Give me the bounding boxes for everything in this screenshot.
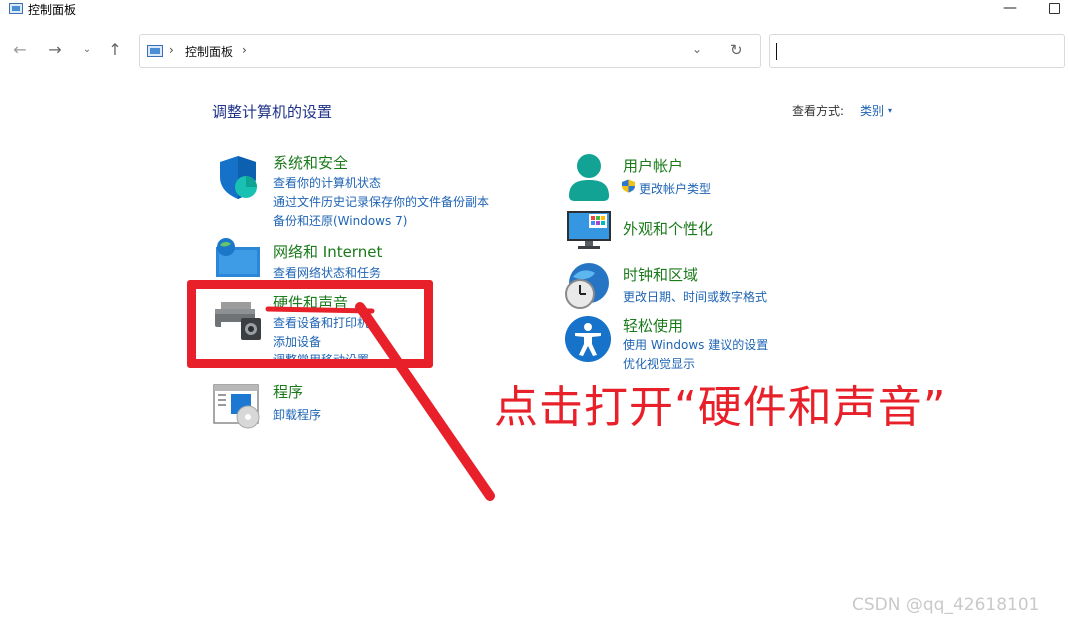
page-title: 调整计算机的设置 bbox=[212, 103, 333, 121]
link-change-date-time-format[interactable]: 更改日期、时间或数字格式 bbox=[623, 288, 767, 305]
globe-network-icon bbox=[216, 238, 260, 277]
up-button[interactable]: ↑ bbox=[104, 38, 126, 62]
breadcrumb-control-panel[interactable]: 控制面板 bbox=[185, 43, 233, 60]
accessibility-icon bbox=[565, 316, 611, 362]
link-uninstall-program[interactable]: 卸载程序 bbox=[273, 406, 321, 423]
category-clock-region[interactable]: 时钟和区域 bbox=[623, 264, 698, 285]
category-ease-of-access[interactable]: 轻松使用 bbox=[623, 315, 683, 336]
user-icon bbox=[569, 154, 609, 201]
minimize-button[interactable]: — bbox=[998, 0, 1022, 20]
title-bar: 控制面板 — bbox=[0, 0, 1068, 30]
link-backup-restore[interactable]: 备份和还原(Windows 7) bbox=[273, 212, 407, 229]
category-network-internet[interactable]: 网络和 Internet bbox=[273, 241, 382, 262]
window-title: 控制面板 bbox=[28, 3, 77, 17]
text-caret bbox=[776, 43, 777, 60]
recent-locations-button[interactable]: ⌄ bbox=[76, 38, 98, 62]
annotation-text: 点击打开“硬件和声音” bbox=[494, 382, 947, 433]
address-dropdown-button[interactable]: ⌄ bbox=[692, 42, 702, 56]
link-optimize-visual-display[interactable]: 优化视觉显示 bbox=[623, 355, 695, 372]
maximize-button[interactable] bbox=[1042, 0, 1066, 20]
uac-shield-icon bbox=[622, 179, 635, 193]
breadcrumb-separator[interactable]: › bbox=[242, 43, 247, 57]
monitor-icon bbox=[567, 211, 611, 249]
category-user-accounts[interactable]: 用户帐户 bbox=[623, 155, 683, 176]
breadcrumb-separator[interactable]: › bbox=[169, 43, 174, 57]
view-by-label: 查看方式: bbox=[792, 104, 845, 118]
search-input[interactable] bbox=[769, 34, 1065, 68]
annotation-arrow bbox=[265, 302, 495, 501]
maximize-icon bbox=[1048, 3, 1060, 14]
annotation-highlight-box bbox=[187, 280, 433, 368]
watermark: CSDN @qq_42618101 bbox=[852, 595, 1040, 615]
control-panel-icon bbox=[147, 45, 163, 57]
clock-globe-icon bbox=[565, 263, 609, 309]
link-file-history[interactable]: 通过文件历史记录保存你的文件备份副本 bbox=[273, 193, 489, 210]
category-appearance-personalization[interactable]: 外观和个性化 bbox=[623, 218, 713, 239]
chevron-down-icon: ▾ bbox=[888, 106, 893, 115]
view-by-dropdown[interactable]: 类别 ▾ bbox=[860, 102, 892, 119]
link-network-status[interactable]: 查看网络状态和任务 bbox=[273, 264, 381, 281]
refresh-button[interactable]: ↻ bbox=[730, 41, 743, 59]
link-change-account-type[interactable]: 更改帐户类型 bbox=[639, 180, 711, 197]
address-bar[interactable]: › 控制面板 › ⌄ ↻ bbox=[139, 34, 761, 68]
view-by-value: 类别 bbox=[860, 104, 885, 118]
forward-button[interactable]: → bbox=[44, 38, 66, 62]
category-system-security[interactable]: 系统和安全 bbox=[273, 152, 348, 173]
link-recommended-settings[interactable]: 使用 Windows 建议的设置 bbox=[623, 336, 768, 353]
back-button[interactable]: ← bbox=[9, 38, 31, 62]
link-view-computer-status[interactable]: 查看你的计算机状态 bbox=[273, 174, 381, 191]
shield-icon bbox=[220, 156, 257, 199]
program-disc-icon bbox=[213, 384, 260, 429]
category-programs[interactable]: 程序 bbox=[273, 381, 303, 402]
control-panel-icon bbox=[9, 3, 23, 14]
